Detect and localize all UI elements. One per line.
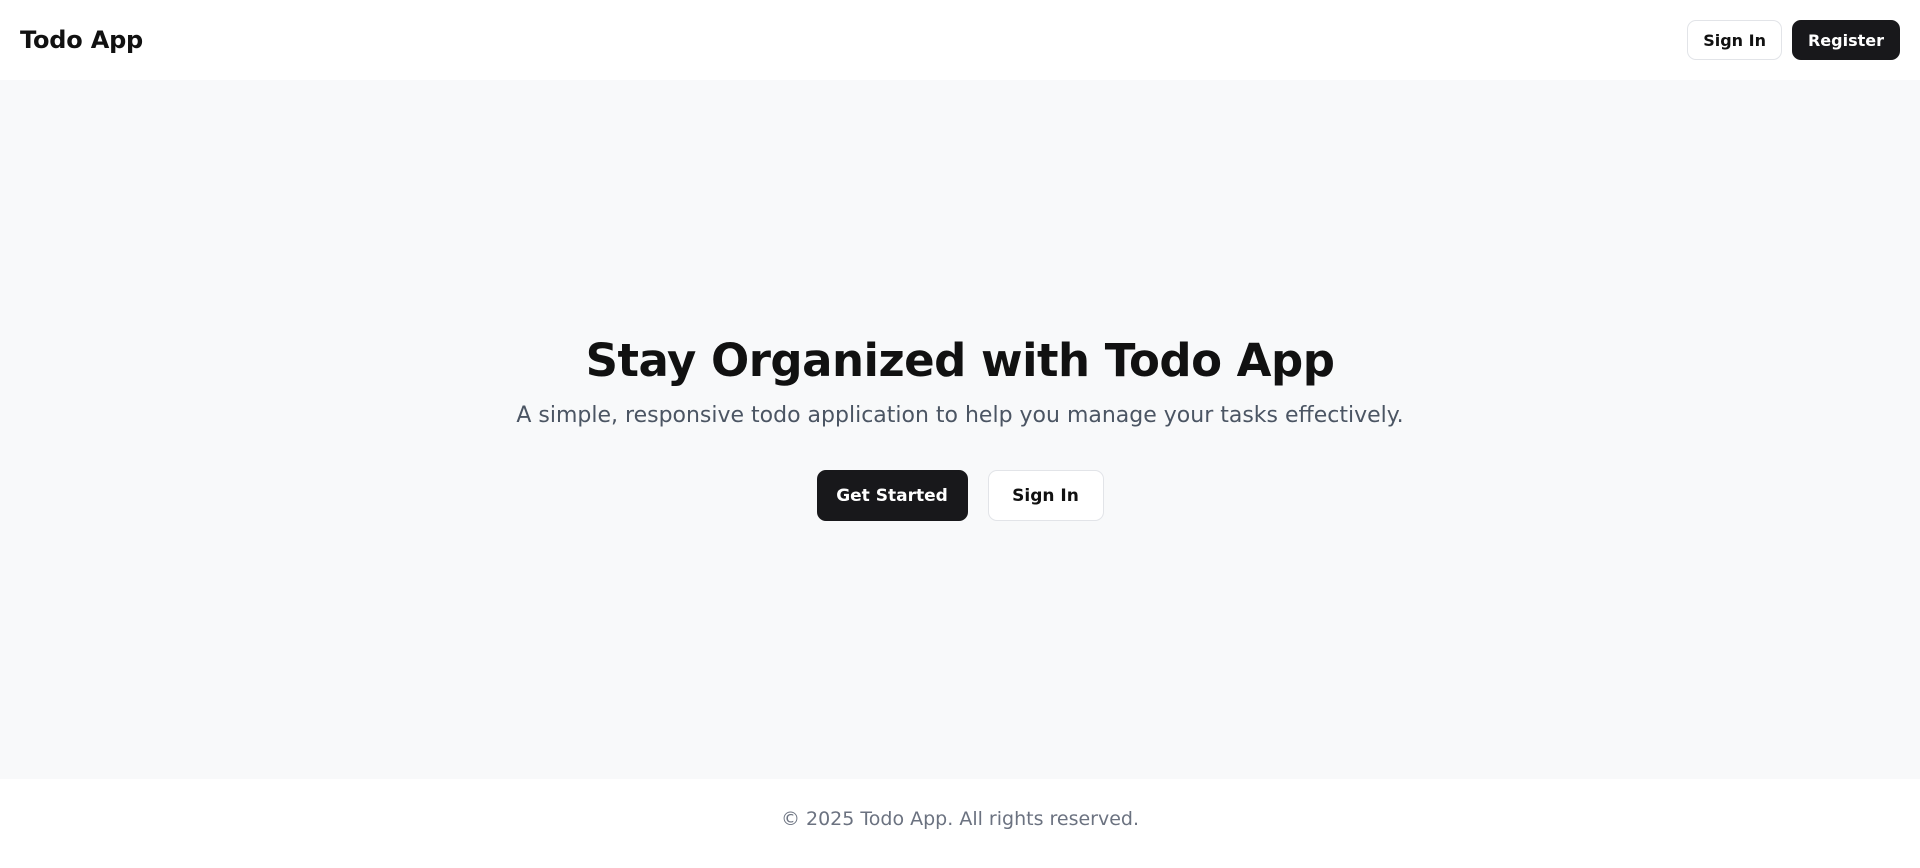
- get-started-button[interactable]: Get Started: [816, 470, 968, 521]
- page-footer: © 2025 Todo App. All rights reserved.: [0, 779, 1920, 868]
- top-navbar: Todo App Sign In Register: [0, 0, 1920, 80]
- hero-actions: Get Started Sign In: [0, 470, 1920, 521]
- copyright-text: © 2025 Todo App. All rights reserved.: [780, 807, 1140, 830]
- hero-subtitle: A simple, responsive todo application to…: [516, 403, 1404, 428]
- header-sign-in-button[interactable]: Sign In: [1687, 20, 1782, 60]
- hero-sign-in-button[interactable]: Sign In: [987, 470, 1104, 521]
- hero-title: Stay Organized with Todo App: [585, 334, 1335, 387]
- brand-logo-text[interactable]: Todo App: [20, 26, 143, 54]
- hero-section: Stay Organized with Todo App A simple, r…: [0, 333, 1920, 521]
- main-content: Stay Organized with Todo App A simple, r…: [0, 80, 1920, 779]
- header-actions: Sign In Register: [1687, 20, 1900, 60]
- header-register-button[interactable]: Register: [1791, 20, 1900, 60]
